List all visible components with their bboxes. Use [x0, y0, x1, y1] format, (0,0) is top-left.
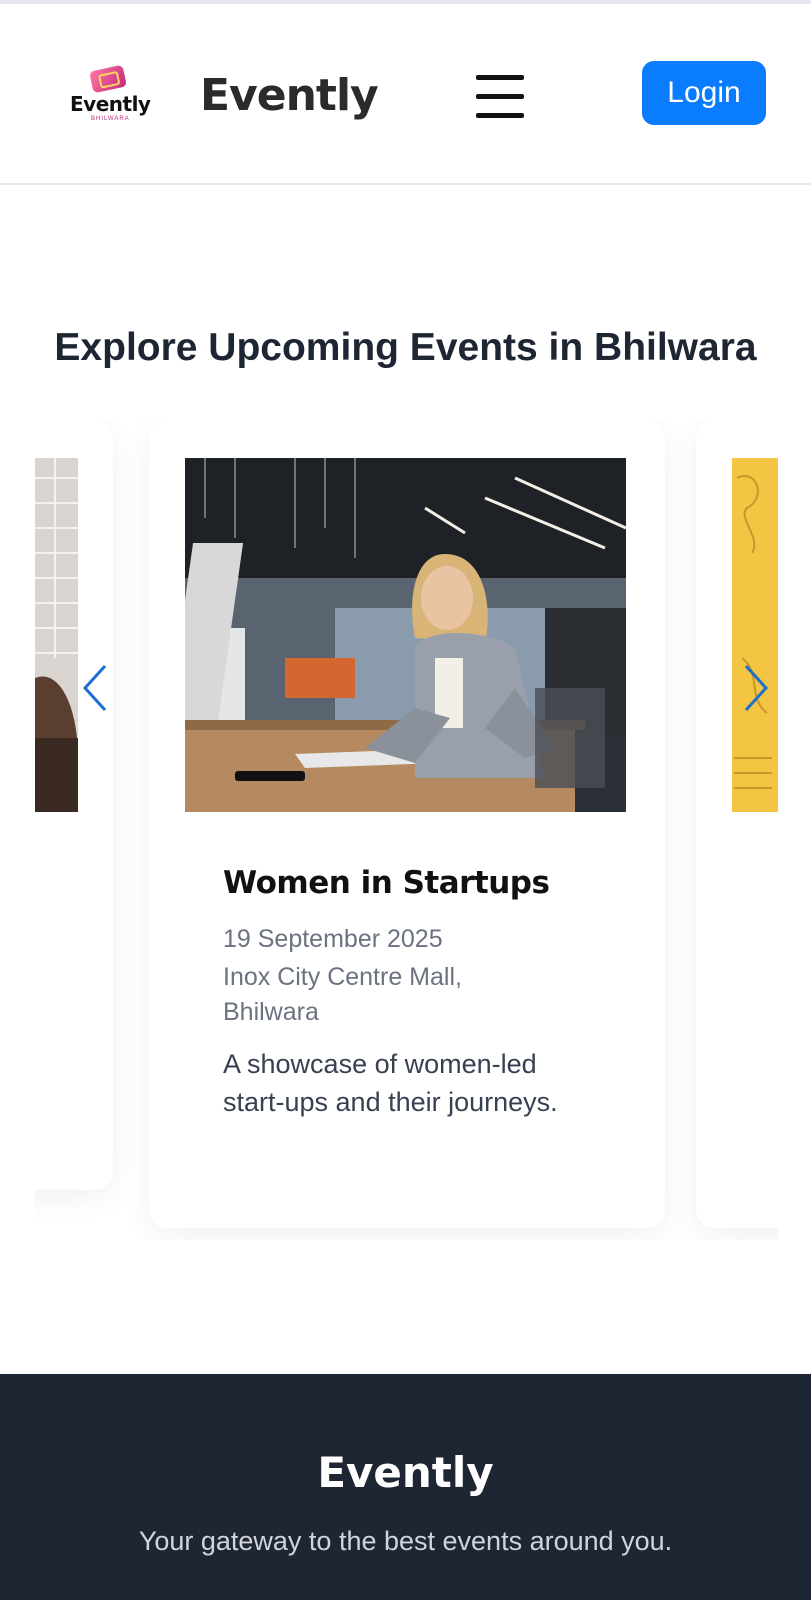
- events-carousel: Women in Startups 19 September 2025 Inox…: [35, 420, 778, 1240]
- event-description: A showcase of women-led start-ups and th…: [223, 1049, 558, 1117]
- event-image-previous: [35, 458, 78, 812]
- event-title[interactable]: Women in Startups: [223, 865, 550, 901]
- carousel-prev-icon[interactable]: [79, 660, 113, 716]
- event-card[interactable]: Women in Startups 19 September 2025 Inox…: [149, 420, 665, 1228]
- event-card-next[interactable]: [696, 420, 778, 1228]
- logo-subtext: BHILWARA: [91, 116, 130, 122]
- site-header: Evently BHILWARA Evently Login: [0, 4, 811, 185]
- section-title: Explore Upcoming Events in Bhilwara: [54, 326, 757, 369]
- footer-brand: Evently: [317, 1448, 494, 1497]
- brand-logo[interactable]: Evently BHILWARA: [64, 64, 154, 124]
- ticket-icon: [89, 64, 127, 94]
- event-date: 19 September 2025: [223, 925, 443, 953]
- event-image-next: [732, 458, 778, 812]
- login-button[interactable]: Login: [642, 61, 766, 125]
- event-venue: Inox City Centre Mall, Bhilwara: [223, 963, 462, 1026]
- logo-wordmark: Evently: [70, 92, 151, 116]
- footer-tagline: Your gateway to the best events around y…: [138, 1526, 673, 1556]
- brand-name[interactable]: Evently: [200, 70, 379, 121]
- site-footer: Evently Your gateway to the best events …: [0, 1374, 811, 1600]
- carousel-next-icon[interactable]: [738, 660, 772, 716]
- event-image: [185, 458, 626, 812]
- event-card-previous[interactable]: [35, 420, 113, 1190]
- hamburger-menu-icon[interactable]: [474, 71, 526, 123]
